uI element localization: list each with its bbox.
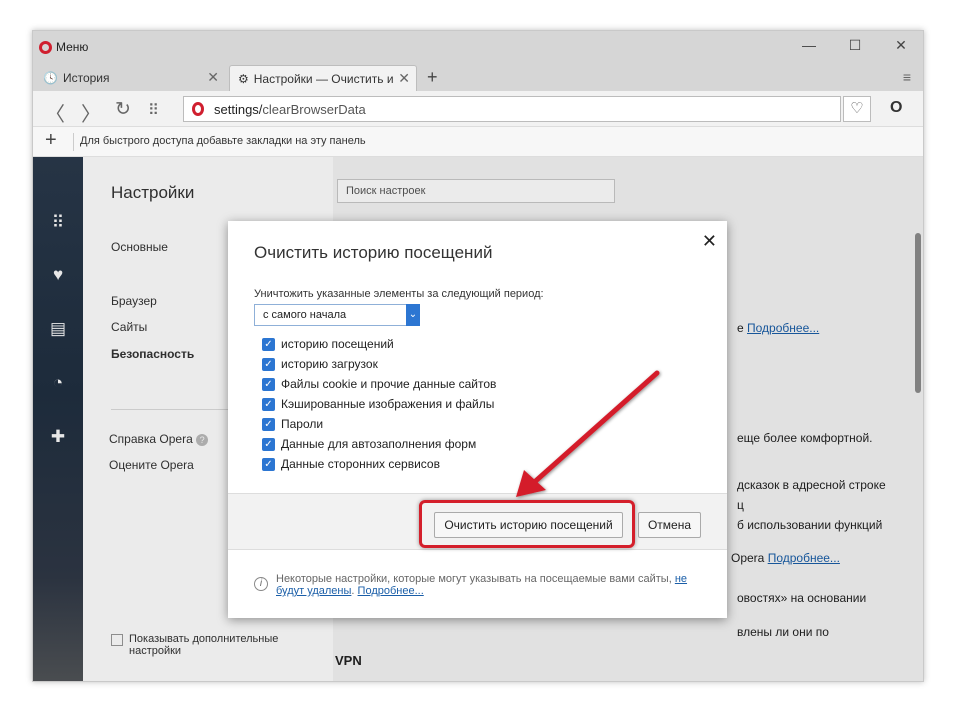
opera-menu-button[interactable]: Меню — [39, 39, 88, 55]
tab-label: История — [62, 71, 110, 85]
tab-label: Настройки — Очистить и — [253, 71, 394, 86]
check-icon[interactable]: ✓ — [262, 397, 275, 411]
dialog-title: Очистить историю посещений — [254, 243, 493, 262]
info-icon: i — [254, 577, 268, 591]
tab-bar: 🕓 История ✕ ⚙ Настройки — Очистить и ✕ +… — [33, 63, 923, 91]
checkbox-third-party[interactable]: ✓ Данные сторонних сервисов — [262, 457, 440, 471]
opera-account-icon[interactable]: O — [890, 99, 902, 117]
clear-history-dialog: Очистить историю посещений ✕ Уничтожить … — [228, 221, 727, 618]
speed-dial-icon[interactable]: ⠿ — [33, 213, 83, 233]
forward-arrow-icon[interactable]: 〉 — [81, 98, 101, 127]
opera-logo-icon — [39, 40, 52, 54]
address-bar: 〈 〉 ↻ ⠿ settings/clearBrowserData ♡ O — [33, 91, 923, 127]
check-icon[interactable]: ✓ — [262, 377, 275, 391]
checkbox-label: Данные для автозаполнения форм — [281, 437, 477, 451]
cancel-button[interactable]: Отмена — [638, 512, 701, 538]
bookmark-heart-icon[interactable]: ♡ — [843, 96, 871, 122]
checkbox-history[interactable]: ✓ историю посещений — [262, 337, 394, 351]
checkbox-label: историю загрузок — [281, 357, 378, 371]
gear-icon: ⚙ — [238, 71, 249, 86]
extensions-puzzle-icon[interactable]: ✚ — [33, 427, 83, 447]
tab-close-button[interactable]: ✕ — [398, 70, 410, 87]
learn-more-link[interactable]: Подробнее... — [358, 585, 424, 597]
chevron-down-icon: ⌄ — [406, 304, 420, 326]
checkbox-label: Кэшированные изображения и файлы — [281, 397, 495, 411]
check-icon[interactable]: ✓ — [262, 457, 275, 471]
period-value: с самого начала — [263, 309, 347, 321]
tab-menu-icon[interactable]: ≡ — [903, 69, 911, 85]
minimize-button[interactable]: — — [799, 37, 819, 53]
checkbox-autofill[interactable]: ✓ Данные для автозаполнения форм — [262, 437, 476, 451]
news-icon[interactable]: ▤ — [33, 319, 83, 339]
period-label: Уничтожить указанные элементы за следующ… — [254, 288, 544, 300]
add-bookmark-icon[interactable]: + — [45, 129, 57, 152]
menu-label: Меню — [56, 40, 89, 54]
highlight-frame — [419, 500, 635, 548]
checkbox-label: Данные сторонних сервисов — [281, 457, 440, 471]
check-icon[interactable]: ✓ — [262, 437, 275, 451]
tab-settings[interactable]: ⚙ Настройки — Очистить и ✕ — [229, 65, 417, 91]
check-icon[interactable]: ✓ — [262, 337, 275, 351]
maximize-button[interactable]: ☐ — [845, 37, 865, 54]
check-icon[interactable]: ✓ — [262, 357, 275, 371]
heart-icon[interactable]: ♥ — [33, 265, 83, 285]
checkbox-passwords[interactable]: ✓ Пароли — [262, 417, 323, 431]
checkbox-cookies[interactable]: ✓ Файлы cookie и прочие данные сайтов — [262, 377, 496, 391]
checkbox-label: Пароли — [281, 417, 324, 431]
new-tab-button[interactable]: + — [427, 67, 438, 88]
checkbox-label: Файлы cookie и прочие данные сайтов — [281, 377, 497, 391]
sidebar-strip: ⠿ ♥ ▤ ◔ ✚ — [33, 157, 83, 681]
checkbox-downloads[interactable]: ✓ историю загрузок — [262, 357, 378, 371]
tab-history[interactable]: 🕓 История ✕ — [35, 65, 225, 91]
url-field[interactable]: settings/clearBrowserData — [183, 96, 841, 122]
info-text: Некоторые настройки, которые могут указы… — [276, 573, 688, 597]
dialog-close-icon[interactable]: ✕ — [702, 231, 717, 252]
bookmarks-hint: Для быстрого доступа добавьте закладки н… — [80, 135, 366, 147]
close-window-button[interactable]: ✕ — [891, 37, 911, 54]
tab-close-button[interactable]: ✕ — [207, 69, 219, 86]
checkbox-label: историю посещений — [281, 337, 394, 351]
title-bar: Меню — ☐ ✕ — [33, 31, 923, 63]
history-clock-icon: 🕓 — [43, 71, 58, 85]
bookmarks-bar: + Для быстрого доступа добавьте закладки… — [33, 127, 923, 157]
info-note: i Некоторые настройки, которые могут ука… — [254, 573, 704, 597]
divider — [73, 133, 74, 151]
back-arrow-icon[interactable]: 〈 — [45, 98, 65, 127]
speed-dial-grid-icon[interactable]: ⠿ — [148, 101, 159, 119]
url-path: clearBrowserData — [262, 101, 366, 117]
checkbox-cache[interactable]: ✓ Кэшированные изображения и файлы — [262, 397, 494, 411]
history-clock-icon[interactable]: ◔ — [33, 373, 83, 393]
period-select[interactable]: с самого начала ⌄ — [254, 304, 420, 326]
opera-logo-icon — [192, 102, 204, 116]
reload-icon[interactable]: ↻ — [115, 98, 131, 121]
check-icon[interactable]: ✓ — [262, 417, 275, 431]
url-prefix: settings/ — [214, 101, 263, 117]
